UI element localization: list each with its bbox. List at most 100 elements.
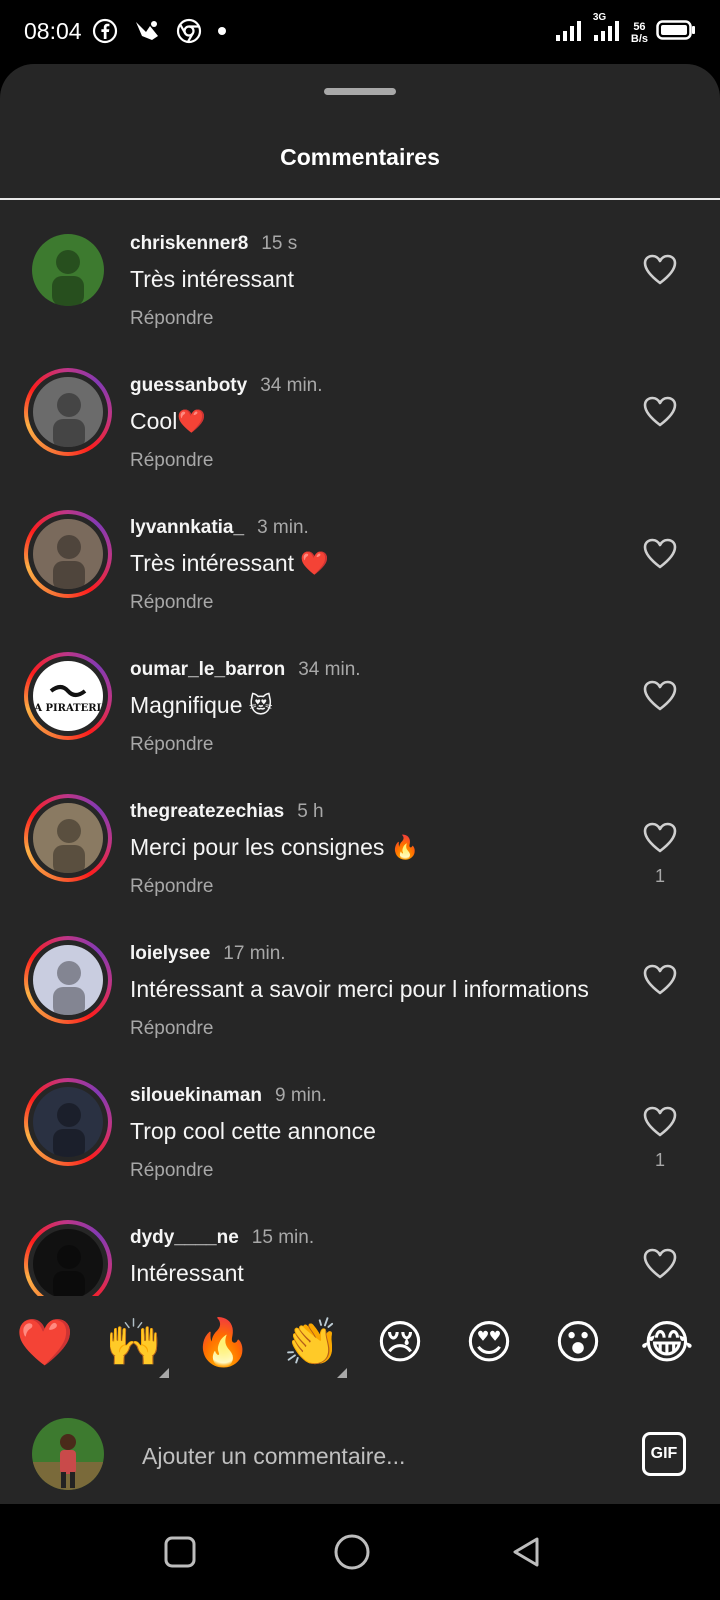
comment-item: thegreatezechias 5 h Merci pour les consig… (0, 782, 720, 924)
comments-sheet: Commentaires chriskenner8 15 s Très intére… (0, 64, 720, 1504)
like-count: 1 (654, 866, 665, 886)
chrome-icon (176, 18, 202, 44)
emoji-laughing-button[interactable]: 😂 (639, 1314, 695, 1370)
signal-icon (555, 18, 585, 47)
status-notification-icons (92, 18, 228, 44)
avatar-story-ring[interactable] (24, 1220, 112, 1308)
recents-square-icon[interactable] (160, 1532, 200, 1572)
comment-input[interactable] (142, 1436, 602, 1476)
signal-3g-icon: 3G (593, 12, 623, 49)
emoji-clapping-glyph: 👏 (283, 1315, 341, 1369)
avatar (33, 1229, 103, 1299)
comment-text: Intéressant a savoir merci pour l inform… (130, 976, 589, 1002)
drag-handle[interactable] (324, 88, 396, 95)
like-heart-icon[interactable] (640, 1102, 680, 1142)
comment-header: thegreatezechias 5 h (130, 801, 324, 823)
reply-button[interactable]: Répondre (130, 876, 213, 898)
comments-list[interactable]: chriskenner8 15 s Très intéressant Répondre… (0, 202, 720, 1360)
current-user-avatar (32, 1418, 104, 1490)
network-type-label: 3G (592, 12, 607, 23)
comment-item: loielysee 17 min. Intéressant a savoir mer… (0, 924, 720, 1066)
system-nav-bar (0, 1504, 720, 1600)
like-heart-icon[interactable] (640, 960, 680, 1000)
avatar (32, 234, 104, 306)
emoji-crying-button[interactable]: 😢 (372, 1314, 428, 1370)
avatar-story-ring[interactable] (24, 794, 112, 882)
comment-text: Très intéressant (130, 266, 295, 292)
emoji-heart-button[interactable]: ❤️ (16, 1314, 73, 1370)
network-speed: 56 B/s (631, 21, 648, 45)
music-bird-icon (132, 18, 162, 44)
comment-item: LA PIRATERIE oumar_le_barron 34 min. Magnif… (0, 640, 720, 782)
like-heart-icon[interactable] (640, 818, 680, 858)
like-heart-icon[interactable] (640, 250, 680, 290)
emoji-raising-hands-button[interactable]: 🙌 (105, 1314, 169, 1378)
like-heart-icon[interactable] (640, 534, 680, 574)
comment-header: oumar_le_barron 34 min. (130, 659, 361, 681)
like-count: 1 (654, 1150, 665, 1170)
comment-header: silouekinaman 9 min. (130, 1085, 327, 1107)
avatar (33, 803, 103, 873)
avatar (33, 1087, 103, 1157)
gif-button[interactable]: GIF (642, 1432, 686, 1476)
avatar-story-ring[interactable] (24, 1078, 112, 1166)
comment-username[interactable]: thegreatezechias (130, 801, 284, 823)
network-speed-unit: B/s (630, 32, 648, 45)
avatar (33, 377, 103, 447)
comment-text: Intéressant (130, 1260, 244, 1286)
status-system-icons: 3G 56 B/s (555, 12, 696, 49)
reply-button[interactable]: Répondre (130, 1018, 213, 1040)
comment-username[interactable]: dydy____ne (130, 1227, 239, 1249)
skin-tone-indicator-icon (337, 1368, 347, 1378)
comment-text: Trop cool cette annonce (130, 1118, 376, 1144)
comment-text: Très intéressant ❤️ (130, 550, 330, 576)
comment-username[interactable]: silouekinaman (130, 1085, 262, 1107)
emoji-surprised-button[interactable]: 😮 (550, 1314, 606, 1370)
facebook-icon (92, 18, 118, 44)
like-heart-icon[interactable] (640, 1244, 680, 1284)
avatar: LA PIRATERIE (33, 661, 103, 731)
reply-button[interactable]: Répondre (130, 308, 213, 330)
reply-button[interactable]: Répondre (130, 1160, 213, 1182)
home-circle-icon[interactable] (332, 1532, 372, 1572)
avatar-container[interactable] (24, 226, 112, 314)
status-bar: 08:04 3G 56 B/s (0, 0, 720, 64)
comment-username[interactable]: guessanboty (130, 375, 247, 397)
comment-username[interactable]: lyvannkatia_ (130, 517, 244, 539)
reply-button[interactable]: Répondre (130, 450, 213, 472)
avatar-story-ring[interactable] (24, 368, 112, 456)
comment-username[interactable]: chriskenner8 (130, 233, 248, 255)
comment-text: Merci pour les consignes 🔥 (130, 834, 420, 860)
emoji-heart-eyes-button[interactable]: 😍 (461, 1314, 517, 1370)
comment-header: chriskenner8 15 s (130, 233, 297, 255)
comment-item: silouekinaman 9 min. Trop cool cette annon… (0, 1066, 720, 1208)
like-heart-icon[interactable] (640, 676, 680, 716)
battery-icon (656, 19, 696, 46)
avatar-story-ring[interactable]: LA PIRATERIE (24, 652, 112, 740)
comment-item: lyvannkatia_ 3 min. Très intéressant ❤️ Rép… (0, 498, 720, 640)
avatar-story-ring[interactable] (24, 510, 112, 598)
comment-text: Magnifique 😻 (130, 692, 273, 718)
emoji-reaction-bar: ❤️ 🙌 🔥 👏 😢 😍 😮 😂 (0, 1296, 720, 1386)
avatar-story-ring[interactable] (24, 936, 112, 1024)
reply-button[interactable]: Répondre (130, 734, 213, 756)
comment-timestamp: 34 min. (260, 375, 323, 396)
comment-text: Cool❤️ (130, 408, 206, 434)
like-heart-icon[interactable] (640, 392, 680, 432)
emoji-clapping-button[interactable]: 👏 (283, 1314, 347, 1378)
comment-timestamp: 17 min. (223, 943, 286, 964)
comment-item: guessanboty 34 min. Cool❤️ Répondre (0, 356, 720, 498)
back-triangle-icon[interactable] (506, 1532, 546, 1572)
comment-input-row: GIF (0, 1386, 720, 1504)
comment-username[interactable]: oumar_le_barron (130, 659, 285, 681)
avatar-logo-text: LA PIRATERIE (33, 703, 103, 714)
comment-timestamp: 5 h (297, 801, 324, 822)
emoji-fire-button[interactable]: 🔥 (194, 1314, 251, 1370)
comment-timestamp: 15 s (261, 233, 298, 254)
status-time: 08:04 (24, 18, 82, 44)
skin-tone-indicator-icon (159, 1368, 169, 1378)
comment-username[interactable]: loielysee (130, 943, 210, 965)
emoji-raising-hands-glyph: 🙌 (105, 1315, 163, 1369)
reply-button[interactable]: Répondre (130, 592, 213, 614)
comment-header: loielysee 17 min. (130, 943, 286, 965)
